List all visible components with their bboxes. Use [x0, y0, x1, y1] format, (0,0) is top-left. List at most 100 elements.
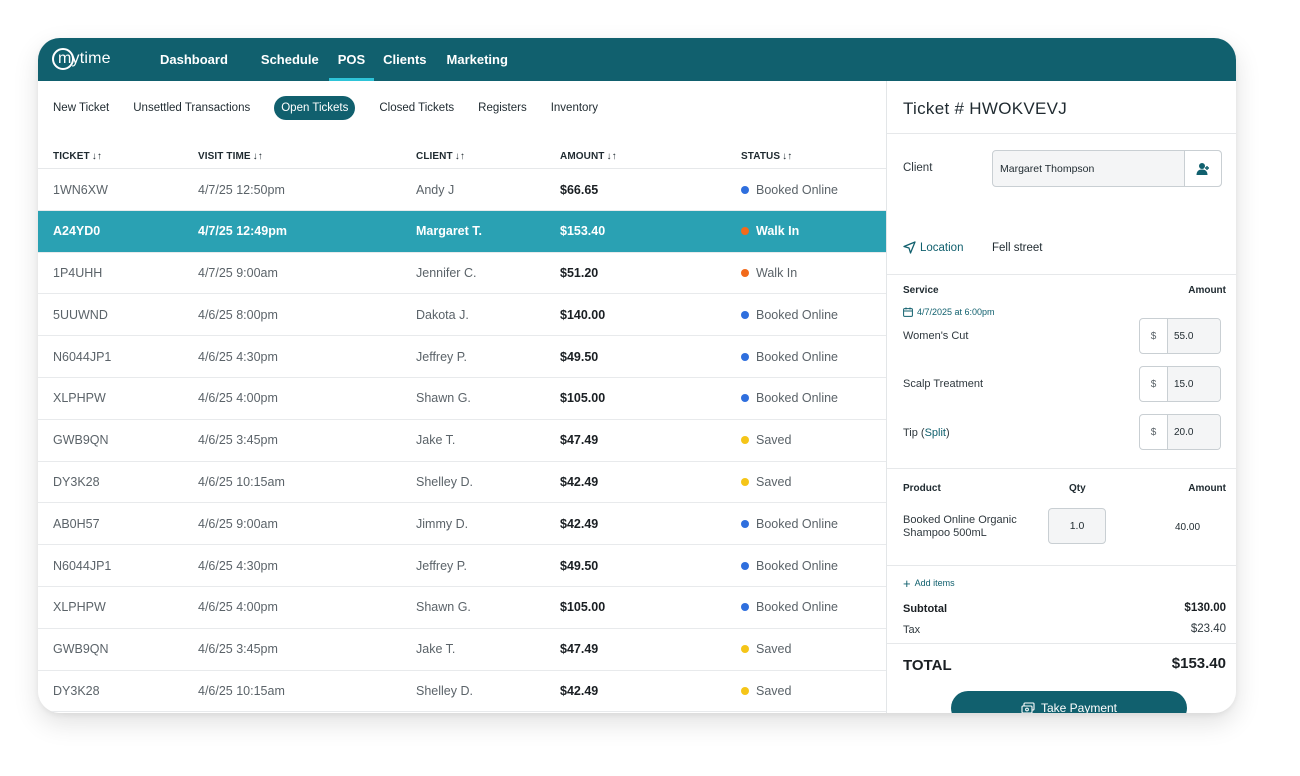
status-dot-icon [741, 310, 749, 319]
visit-time-cell: 4/6/25 3:45pm [198, 642, 278, 657]
column-header-client[interactable]: CLIENT ↓↑ [416, 151, 465, 162]
tip-label-text: Tip ( [903, 427, 925, 439]
table-row[interactable]: GWB9QN 4/6/25 3:45pm Jake T. $47.49 Saved [38, 629, 886, 671]
status-cell: Saved [741, 420, 791, 461]
tip-label: Tip (Split) [903, 427, 950, 439]
plus-icon: + [903, 575, 911, 591]
nav-schedule[interactable]: Schedule [261, 38, 319, 81]
main-nav: Dashboard Schedule POS Clients Marketing [152, 38, 508, 81]
table-row[interactable]: N6044JP1 4/6/25 4:30pm Jeffrey P. $49.50 Boo… [38, 545, 886, 587]
column-header-status[interactable]: STATUS ↓↑ [741, 151, 792, 162]
status-dot-icon [741, 185, 749, 194]
column-header-ticket[interactable]: TICKET ↓↑ [53, 151, 102, 162]
nav-dashboard[interactable]: Dashboard [160, 38, 228, 81]
table-row[interactable]: DY3K28 4/6/25 10:15am Shelley D. $42.49 Save… [38, 671, 886, 713]
service-name: Women's Cut [903, 330, 969, 342]
sort-icon: ↓↑ [252, 151, 263, 162]
status-dot-icon [741, 519, 749, 528]
table-row[interactable]: XLPHPW 4/6/25 4:00pm Shawn G. $105.00 Booked… [38, 587, 886, 629]
status-cell: Saved [741, 671, 791, 712]
amount-cell: $66.65 [560, 182, 599, 197]
client-cell: Jake T. [416, 433, 456, 448]
ticket-detail-panel: Ticket # HWOKVEVJ Client Margaret Thomps… [886, 81, 1236, 713]
nav-marketing[interactable]: Marketing [447, 38, 508, 81]
column-header-amount[interactable]: AMOUNT ↓↑ [560, 151, 617, 162]
status-cell: Booked Online [741, 169, 838, 210]
location-label: Location [920, 241, 964, 254]
product-name: Booked Online Organic Shampoo 500mL [903, 514, 1017, 539]
take-payment-button[interactable]: Take Payment [951, 691, 1187, 713]
ticket-id-cell: N6044JP1 [53, 349, 112, 364]
visit-time-cell: 4/6/25 8:00pm [198, 307, 278, 322]
tip-label-close: ) [946, 427, 950, 439]
appointment-date[interactable]: 4/7/2025 at 6:00pm [903, 307, 995, 317]
location-link[interactable]: Location [903, 241, 963, 254]
status-dot-icon [741, 352, 749, 361]
amount-cell: $42.49 [560, 684, 599, 699]
client-cell: Margaret T. [416, 224, 482, 239]
service-amount-input[interactable]: $ 55.0 [1139, 318, 1221, 354]
status-label: Booked Online [756, 307, 839, 322]
status-label: Walk In [756, 266, 798, 281]
ticket-id-cell: GWB9QN [53, 642, 109, 657]
nav-clients[interactable]: Clients [383, 38, 426, 81]
divider [887, 133, 1236, 134]
pos-subnav: New Ticket Unsettled Transactions Open T… [53, 95, 622, 121]
table-row[interactable]: 1P4UHH 4/7/25 9:00am Jennifer C. $51.20 Walk… [38, 253, 886, 295]
product-qty-input[interactable]: 1.0 [1048, 508, 1106, 544]
status-cell: Saved [741, 629, 791, 670]
subnav-new-ticket[interactable]: New Ticket [53, 102, 109, 114]
table-header: TICKET ↓↑ VISIT TIME ↓↑ CLIENT ↓↑ AMOUNT ↓↑ … [38, 151, 886, 169]
status-cell: Booked Online [741, 336, 838, 377]
table-row[interactable]: A24YD0 4/7/25 12:49pm Margaret T. $153.40 Wa… [38, 210, 886, 253]
divider [887, 643, 1236, 644]
divider [887, 274, 1236, 275]
status-cell: Booked Online [741, 503, 838, 544]
visit-time-cell: 4/6/25 10:15am [198, 475, 285, 490]
subnav-inventory[interactable]: Inventory [551, 102, 598, 114]
visit-time-cell: 4/7/25 12:50pm [198, 182, 285, 197]
nav-pos[interactable]: POS [328, 38, 375, 81]
table-row[interactable]: 5UUWND 4/6/25 8:00pm Dakota J. $140.00 Booke… [38, 294, 886, 337]
subnav-open-tickets[interactable]: Open Tickets [274, 96, 356, 120]
subnav-registers[interactable]: Registers [478, 102, 527, 114]
status-label: Saved [756, 642, 792, 657]
status-label: Saved [756, 475, 792, 490]
table-row[interactable]: N6044JP1 4/6/25 4:30pm Jeffrey P. $49.50 Boo… [38, 336, 886, 378]
client-cell: Jimmy D. [416, 516, 469, 531]
amount-cell: $42.49 [560, 475, 599, 490]
product-amount: 40.00 [1175, 522, 1201, 533]
status-label: Booked Online [756, 349, 839, 364]
subnav-unsettled-transactions[interactable]: Unsettled Transactions [133, 102, 250, 114]
status-dot-icon [741, 645, 749, 654]
add-client-button[interactable] [1184, 151, 1221, 186]
table-row[interactable]: DY3K28 4/6/25 10:15am Shelley D. $42.49 Save… [38, 462, 886, 504]
client-value: Margaret Thompson [1000, 163, 1095, 175]
amount-cell: $105.00 [560, 600, 606, 615]
currency-symbol: $ [1140, 415, 1168, 449]
client-cell: Shawn G. [416, 600, 471, 615]
status-label: Saved [756, 684, 792, 699]
client-field[interactable]: Margaret Thompson [992, 150, 1222, 187]
status-dot-icon [741, 561, 749, 570]
table-row[interactable]: 1WN6XW 4/7/25 12:50pm Andy J $66.65 Booked O… [38, 169, 886, 211]
sort-icon: ↓↑ [91, 151, 102, 162]
table-row[interactable]: AB0H57 4/6/25 9:00am Jimmy D. $42.49 Booked … [38, 503, 886, 546]
table-row[interactable]: GWB9QN 4/6/25 3:45pm Jake T. $47.49 Saved [38, 420, 886, 462]
column-header-visit-time[interactable]: VISIT TIME ↓↑ [198, 151, 263, 162]
tip-amount-input[interactable]: $ 20.0 [1139, 414, 1221, 450]
visit-time-cell: 4/6/25 4:00pm [198, 600, 278, 615]
status-dot-icon [741, 394, 749, 403]
service-amount-input[interactable]: $ 15.0 [1139, 366, 1221, 402]
app-window: mytime Dashboard Schedule POS Clients Ma… [38, 38, 1236, 713]
add-items-link[interactable]: + Add items [903, 575, 955, 591]
payment-icon [1021, 702, 1035, 713]
client-cell: Jeffrey P. [416, 558, 467, 573]
table-row[interactable]: XLPHPW 4/6/25 4:00pm Shawn G. $105.00 Booked… [38, 378, 886, 420]
subnav-closed-tickets[interactable]: Closed Tickets [379, 102, 454, 114]
split-tip-link[interactable]: Split [925, 427, 946, 439]
visit-time-cell: 4/6/25 9:00am [198, 516, 278, 531]
divider [887, 468, 1236, 469]
brand-logo[interactable]: mytime [52, 46, 111, 72]
status-dot-icon [741, 603, 749, 612]
